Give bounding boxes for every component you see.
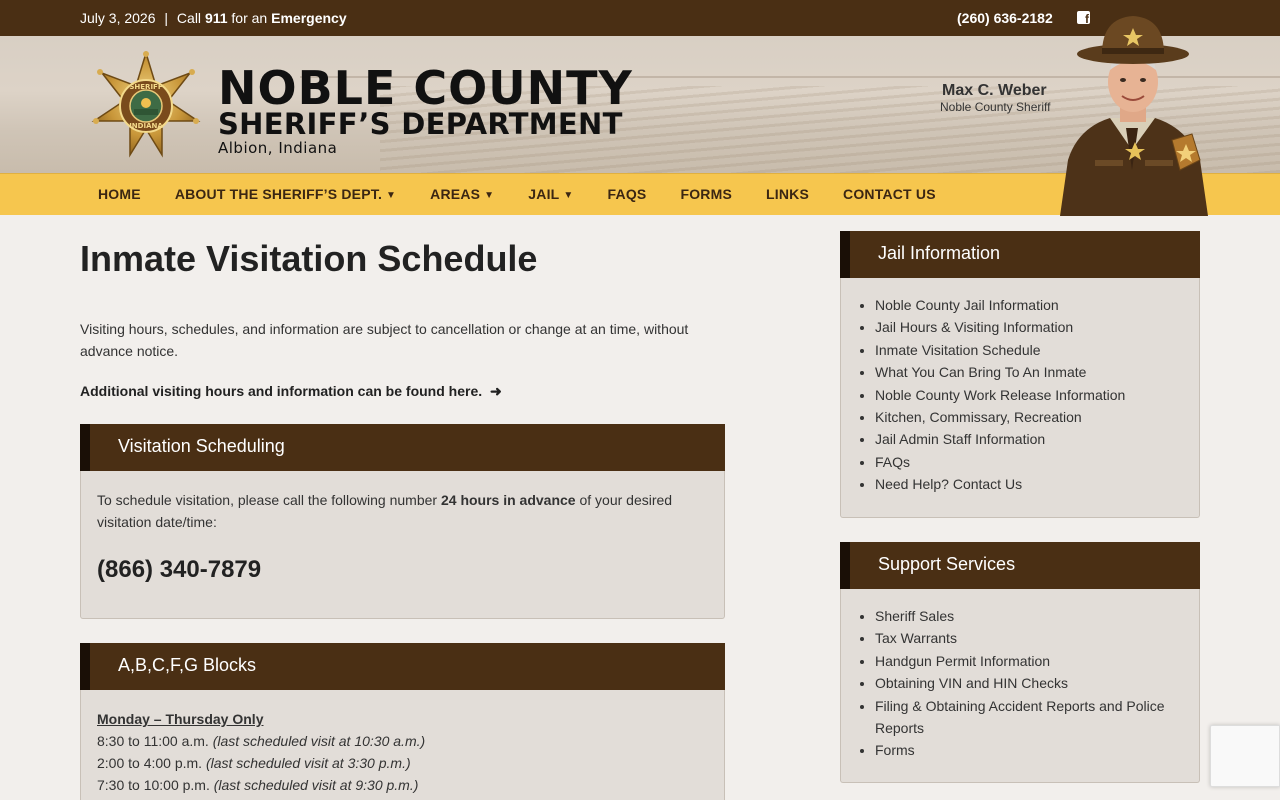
sheriff-name: Max C. Weber [942, 82, 1047, 99]
sidebar-link[interactable]: Handgun Permit Information [875, 650, 1187, 672]
scheduling-text-before: To schedule visitation, please call the … [97, 492, 438, 508]
nav-item-links[interactable]: LINKS [749, 174, 826, 216]
nav-label: ABOUT THE SHERIFF’S DEPT. [174, 186, 383, 202]
jail-info-panel: Noble County Jail Information Jail Hours… [840, 278, 1200, 518]
brand-title[interactable]: NOBLE COUNTY [218, 63, 633, 113]
nav-list: HOME ABOUT THE SHERIFF’S DEPT. ▼ AREAS ▼ J… [81, 174, 953, 216]
support-services-heading-text: Support Services [878, 554, 1016, 574]
recaptcha-badge[interactable] [1210, 725, 1280, 787]
schedule-day-range: Monday – Thursday Only [97, 711, 264, 727]
sidebar-link[interactable]: Filing & Obtaining Accident Reports and … [875, 695, 1187, 740]
support-services-panel: Sheriff Sales Tax Warrants Handgun Permi… [840, 589, 1200, 783]
call-prefix: Call [176, 10, 202, 26]
nav-item-faqs[interactable]: FAQS [591, 174, 664, 216]
sidebar-link[interactable]: Tax Warrants [875, 627, 1187, 649]
arrow-right-icon: ➜ [490, 383, 502, 399]
sidebar-link[interactable]: Forms [875, 739, 1187, 761]
nav-item-forms[interactable]: FORMS [663, 174, 749, 216]
sheriff-portrait [1060, 16, 1208, 216]
call-middle: for an [231, 10, 268, 26]
nav-item-jail[interactable]: JAIL ▼ [511, 174, 590, 216]
sidebar-link[interactable]: Jail Admin Staff Information [875, 428, 1125, 450]
sidebar-link[interactable]: FAQs [875, 451, 1125, 473]
schedule-slot: 8:30 to 11:00 a.m. (last scheduled visit… [97, 730, 425, 752]
nav-label: CONTACT US [843, 186, 936, 202]
nav-label: FAQS [607, 186, 647, 202]
separator: | [164, 10, 169, 26]
schedule-slot: 2:00 to 4:00 p.m. (last scheduled visit … [97, 752, 425, 774]
nav-label: HOME [98, 186, 141, 202]
intro-text: Visiting hours, schedules, and informati… [80, 321, 689, 359]
sidebar-link[interactable]: Need Help? Contact Us [875, 473, 1125, 495]
blocks-heading-text: A,B,C,F,G Blocks [118, 655, 257, 675]
badge-text-top: SHERIFF [129, 83, 162, 91]
scheduling-phone[interactable]: (866) 340-7879 [97, 556, 261, 584]
additional-info-label: Additional visiting hours and informatio… [80, 383, 483, 399]
slot-note: (last scheduled visit at 3:30 p.m.) [205, 755, 411, 771]
slot-time: 8:30 to 11:00 a.m. [97, 733, 209, 749]
sidebar-link[interactable]: Kitchen, Commissary, Recreation [875, 406, 1125, 428]
jail-info-list: Noble County Jail Information Jail Hours… [857, 294, 1125, 496]
sidebar-link[interactable]: Sheriff Sales [875, 605, 1187, 627]
scheduling-panel: To schedule visitation, please call the … [80, 471, 725, 619]
sidebar-link[interactable]: Jail Hours & Visiting Information [875, 316, 1125, 338]
badge-text-bottom: INDIANA [129, 122, 163, 130]
brand-location: Albion, Indiana [218, 139, 338, 157]
current-date: July 3, 2026 [80, 10, 156, 26]
jail-info-heading: Jail Information [840, 231, 1200, 278]
additional-info-link[interactable]: Additional visiting hours and informatio… [80, 383, 502, 400]
blocks-panel: Monday – Thursday Only 8:30 to 11:00 a.m… [80, 690, 725, 800]
caret-down-icon: ▼ [484, 190, 495, 201]
blocks-schedule: Monday – Thursday Only 8:30 to 11:00 a.m… [97, 708, 425, 796]
slot-time: 2:00 to 4:00 p.m. [97, 755, 203, 771]
schedule-slot: 7:30 to 10:00 p.m. (last scheduled visit… [97, 774, 425, 796]
jail-info-heading-text: Jail Information [878, 243, 1001, 263]
page-title: Inmate Visitation Schedule [80, 238, 538, 279]
sidebar-link[interactable]: What You Can Bring To An Inmate [875, 361, 1125, 383]
slot-note: (last scheduled visit at 10:30 a.m.) [212, 733, 426, 749]
scheduling-text: To schedule visitation, please call the … [97, 489, 697, 533]
caret-down-icon: ▼ [386, 190, 397, 201]
top-bar-info: July 3, 2026 | Call 911 for an Emergency [80, 10, 347, 26]
sheriff-star-badge-icon[interactable]: SHERIFF INDIANA [90, 51, 202, 159]
brand-subtitle[interactable]: SHERIFF’S DEPARTMENT [218, 108, 623, 140]
sidebar-link[interactable]: Noble County Work Release Information [875, 384, 1125, 406]
nav-item-about[interactable]: ABOUT THE SHERIFF’S DEPT. ▼ [158, 174, 413, 216]
blocks-panel-heading: A,B,C,F,G Blocks [80, 643, 725, 690]
caret-down-icon: ▼ [563, 190, 574, 201]
sidebar-link[interactable]: Noble County Jail Information [875, 294, 1125, 316]
nav-item-home[interactable]: HOME [81, 174, 158, 216]
nav-label: AREAS [430, 186, 481, 202]
nav-item-areas[interactable]: AREAS ▼ [413, 174, 511, 216]
nav-label: FORMS [680, 186, 733, 202]
emergency-word: Emergency [271, 10, 347, 26]
nav-item-contact[interactable]: CONTACT US [826, 174, 953, 216]
scheduling-heading-text: Visitation Scheduling [118, 436, 285, 456]
emergency-number: 911 [204, 10, 228, 26]
header-phone-link[interactable]: (260) 636-2182 [957, 10, 1053, 26]
nav-label: LINKS [766, 186, 810, 202]
sidebar-link[interactable]: Inmate Visitation Schedule [875, 339, 1125, 361]
nav-label: JAIL [528, 186, 560, 202]
scheduling-text-bold: 24 hours in advance [440, 492, 576, 508]
scheduling-panel-heading: Visitation Scheduling [80, 424, 725, 471]
sheriff-title: Noble County Sheriff [940, 100, 1051, 114]
support-services-list: Sheriff Sales Tax Warrants Handgun Permi… [857, 605, 1187, 762]
slot-time: 7:30 to 10:00 p.m. [97, 777, 210, 793]
slot-note: (last scheduled visit at 9:30 p.m.) [213, 777, 419, 793]
sidebar-link[interactable]: Obtaining VIN and HIN Checks [875, 672, 1187, 694]
support-services-heading: Support Services [840, 542, 1200, 589]
